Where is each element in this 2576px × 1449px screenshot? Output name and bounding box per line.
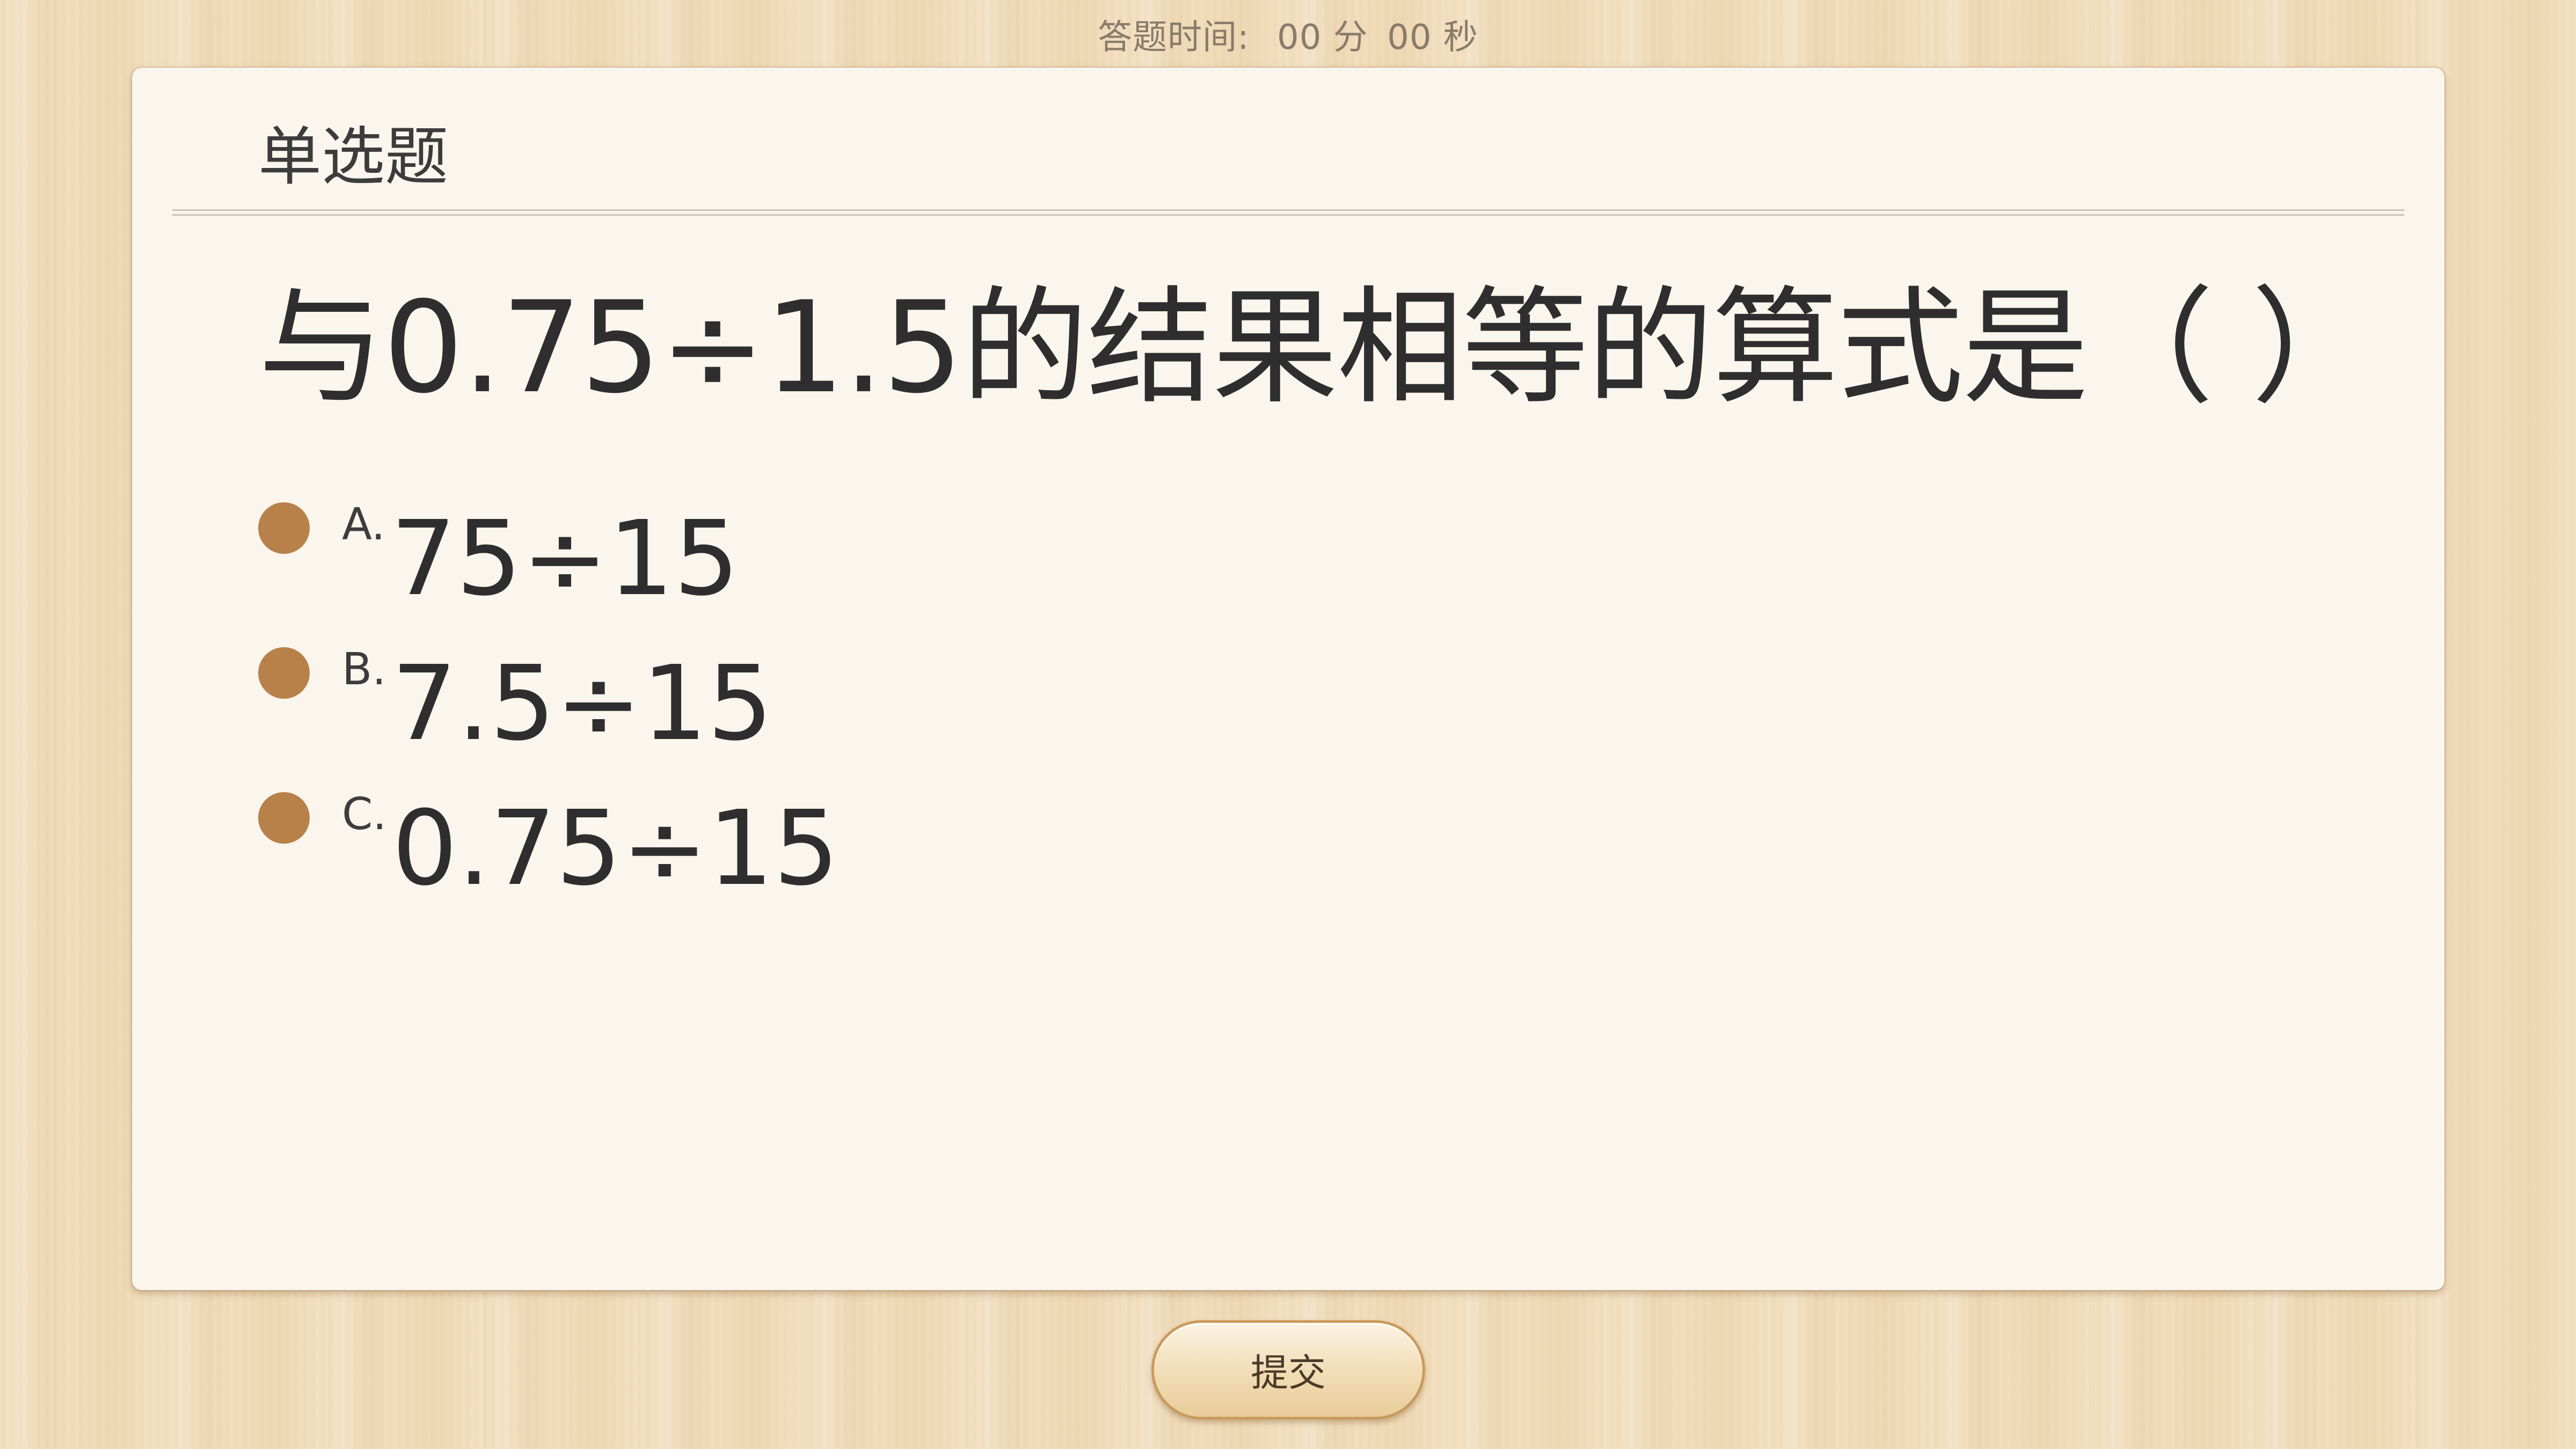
timer-seconds-unit: 秒 <box>1443 18 1478 57</box>
question-type-label: 单选题 <box>258 120 449 194</box>
question-card: 单选题 与0.75÷1.5的结果相等的算式是（ ） A. 75÷15 B. 7.… <box>132 68 2444 1290</box>
option-b[interactable]: B. 7.5÷15 <box>258 620 773 756</box>
option-c-radio[interactable] <box>258 792 310 844</box>
title-divider <box>172 209 2404 216</box>
submit-button[interactable]: 提交 <box>1151 1320 1425 1419</box>
option-c[interactable]: C. 0.75÷15 <box>258 765 839 901</box>
timer-minutes-unit: 分 <box>1333 18 1368 57</box>
option-b-radio[interactable] <box>258 647 310 699</box>
timer-seconds: 00 <box>1387 18 1432 57</box>
option-b-text: 7.5÷15 <box>391 644 773 764</box>
option-a[interactable]: A. 75÷15 <box>258 475 739 611</box>
timer-label: 答题时间: <box>1098 18 1250 57</box>
timer-minutes: 00 <box>1277 18 1322 57</box>
option-a-radio[interactable] <box>258 502 310 554</box>
option-c-text: 0.75÷15 <box>392 789 840 909</box>
option-a-text: 75÷15 <box>390 499 740 619</box>
answer-timer: 答题时间: 00 分 00 秒 <box>0 10 2576 59</box>
option-c-letter: C. <box>342 789 387 840</box>
option-a-letter: A. <box>342 499 385 550</box>
option-b-letter: B. <box>342 644 386 695</box>
question-text: 与0.75÷1.5的结果相等的算式是（ ） <box>258 275 2378 421</box>
